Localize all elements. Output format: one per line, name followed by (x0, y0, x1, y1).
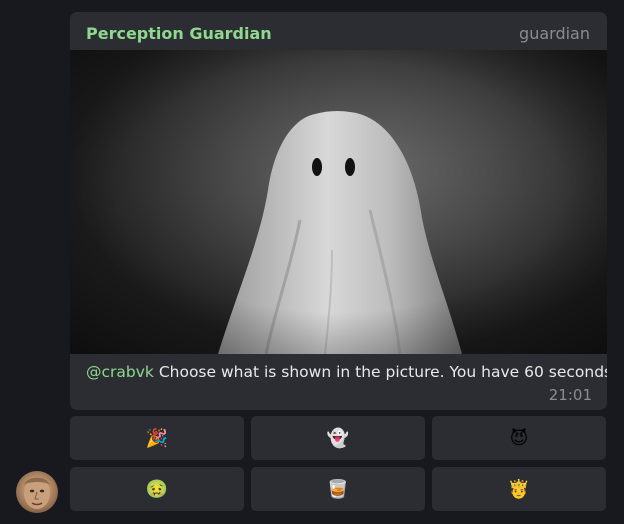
answer-button-smiling-devil[interactable]: 😈 (432, 416, 606, 460)
answer-button-party-popper[interactable]: 🎉 (70, 416, 244, 460)
sender-avatar[interactable] (16, 471, 58, 513)
user-mention-link[interactable]: @crabvk (86, 363, 154, 381)
ghost-image (70, 50, 607, 354)
prince-icon: 🤴 (507, 478, 531, 500)
sender-role-badge: guardian (519, 24, 590, 43)
message-bubble: Perception Guardian guardian @crabvk Cho… (70, 12, 607, 410)
smiling-devil-icon: 😈 (509, 427, 529, 449)
tumbler-glass-icon: 🥃 (326, 478, 350, 500)
ghost-icon: 👻 (326, 427, 350, 449)
answer-button-ghost[interactable]: 👻 (251, 416, 425, 460)
party-popper-icon: 🎉 (145, 427, 169, 449)
message-text: @crabvk Choose what is shown in the pict… (86, 363, 607, 381)
nauseated-face-icon: 🤢 (145, 478, 169, 500)
avatar-face-icon (24, 477, 50, 509)
message-body: Choose what is shown in the picture. You… (153, 363, 607, 381)
answer-button-tumbler-glass[interactable]: 🥃 (251, 467, 425, 511)
answer-button-nauseated-face[interactable]: 🤢 (70, 467, 244, 511)
message-photo[interactable] (70, 50, 607, 354)
answer-button-prince[interactable]: 🤴 (432, 467, 606, 511)
message-timestamp: 21:01 (548, 386, 592, 404)
sender-name[interactable]: Perception Guardian (86, 24, 272, 43)
